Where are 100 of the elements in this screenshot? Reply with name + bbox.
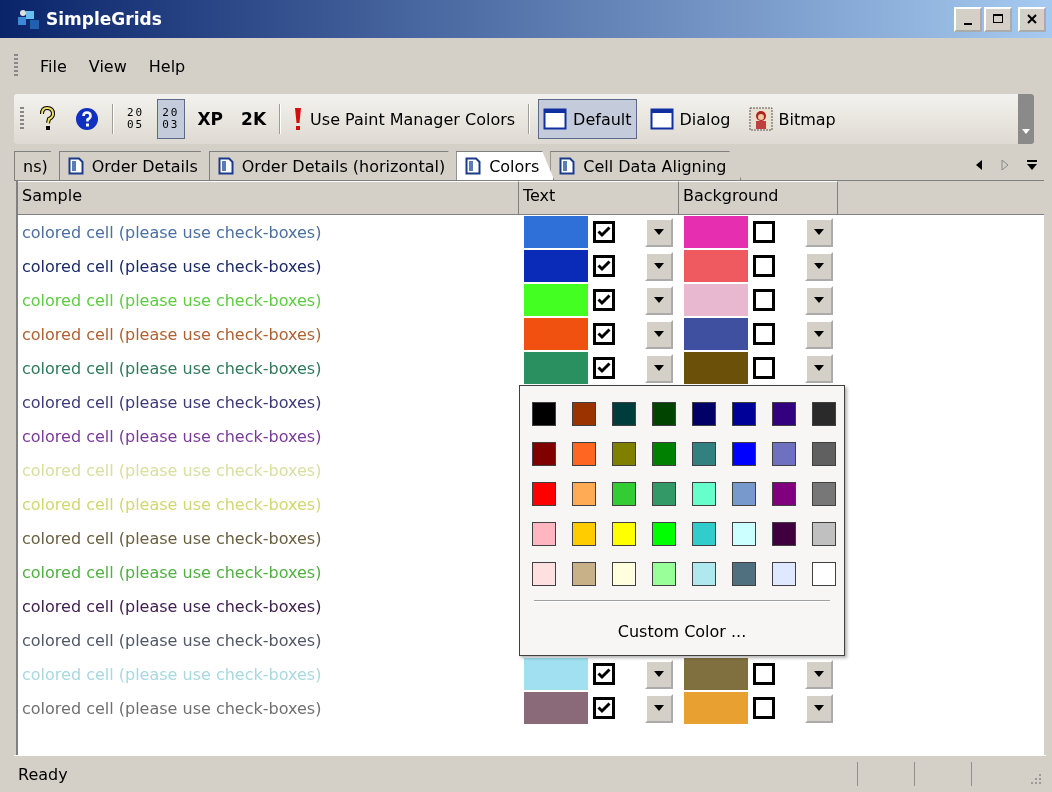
sample-text: colored cell (please use check-boxes) [21, 256, 322, 276]
dropdown-button[interactable] [645, 251, 673, 281]
palette-swatch[interactable] [612, 442, 636, 466]
palette-swatch[interactable] [532, 562, 556, 586]
dropdown-button[interactable] [805, 251, 833, 281]
palette-swatch[interactable] [772, 402, 796, 426]
dropdown-button[interactable] [805, 217, 833, 247]
checkbox[interactable] [593, 255, 615, 277]
menu-item[interactable]: View [88, 56, 127, 76]
palette-swatch[interactable] [572, 522, 596, 546]
tab[interactable]: Cell Data Aligning [550, 151, 742, 180]
palette-swatch[interactable] [732, 442, 756, 466]
dialog-style-button[interactable]: Default [538, 99, 637, 139]
dropdown-button[interactable] [805, 319, 833, 349]
sample-text: colored cell (please use check-boxes) [21, 562, 322, 582]
palette-swatch[interactable] [532, 522, 556, 546]
palette-swatch[interactable] [572, 402, 596, 426]
palette-swatch[interactable] [812, 522, 836, 546]
palette-swatch[interactable] [692, 522, 716, 546]
dropdown-button[interactable] [805, 285, 833, 315]
dialog-style-button[interactable]: Dialog [644, 99, 736, 139]
bitmap-style-button[interactable]: Bitmap [743, 99, 841, 139]
style-button[interactable]: XP [192, 99, 229, 139]
palette-swatch[interactable] [652, 402, 676, 426]
checkbox[interactable] [593, 323, 615, 345]
palette-swatch[interactable] [692, 482, 716, 506]
palette-swatch[interactable] [812, 442, 836, 466]
checkbox[interactable] [593, 697, 615, 719]
gripper-icon[interactable] [14, 54, 18, 78]
palette-swatch[interactable] [692, 562, 716, 586]
gripper-icon[interactable] [20, 107, 24, 131]
palette-swatch[interactable] [692, 442, 716, 466]
tab-menu-icon[interactable] [1026, 158, 1038, 172]
palette-swatch[interactable] [732, 562, 756, 586]
palette-swatch[interactable] [652, 522, 676, 546]
palette-swatch[interactable] [612, 522, 636, 546]
checkbox[interactable] [753, 323, 775, 345]
palette-swatch[interactable] [772, 562, 796, 586]
checkbox[interactable] [753, 221, 775, 243]
caret-icon [654, 331, 664, 337]
palette-swatch[interactable] [612, 562, 636, 586]
palette-swatch[interactable] [532, 442, 556, 466]
palette-swatch[interactable] [572, 562, 596, 586]
column-header[interactable]: Background [679, 181, 838, 215]
dropdown-button[interactable] [645, 217, 673, 247]
dropdown-button[interactable] [645, 319, 673, 349]
palette-swatch[interactable] [532, 482, 556, 506]
column-header[interactable]: Text [519, 181, 679, 215]
checkbox[interactable] [753, 663, 775, 685]
sample-text: colored cell (please use check-boxes) [21, 528, 322, 548]
palette-swatch[interactable] [812, 562, 836, 586]
window-icon [649, 108, 674, 130]
style-button[interactable]: 2K [236, 99, 272, 139]
palette-swatch[interactable] [732, 482, 756, 506]
palette-swatch[interactable] [652, 442, 676, 466]
palette-swatch[interactable] [612, 482, 636, 506]
checkbox[interactable] [753, 357, 775, 379]
checkbox[interactable] [753, 697, 775, 719]
palette-swatch[interactable] [812, 402, 836, 426]
maximize-button[interactable] [984, 6, 1012, 32]
minimize-button[interactable] [954, 6, 982, 32]
checkbox[interactable] [753, 289, 775, 311]
dropdown-button[interactable] [645, 285, 673, 315]
column-header[interactable]: Sample [18, 181, 519, 215]
checkbox[interactable] [593, 289, 615, 311]
scroll-left-icon[interactable] [974, 158, 984, 172]
dropdown-button[interactable] [645, 693, 673, 723]
palette-swatch[interactable] [772, 522, 796, 546]
palette-swatch[interactable] [652, 562, 676, 586]
palette-swatch[interactable] [772, 442, 796, 466]
palette-swatch[interactable] [532, 402, 556, 426]
palette-swatch[interactable] [692, 402, 716, 426]
dropdown-button[interactable] [645, 659, 673, 689]
style-button[interactable]: 20 03 [157, 99, 185, 139]
tab[interactable]: Colors [456, 151, 555, 180]
checkbox[interactable] [593, 663, 615, 685]
dropdown-button[interactable] [805, 353, 833, 383]
palette-swatch[interactable] [572, 482, 596, 506]
palette-swatch[interactable] [772, 482, 796, 506]
dropdown-button[interactable] [645, 353, 673, 383]
checkbox[interactable] [593, 221, 615, 243]
custom-color-button[interactable]: Custom Color ... [609, 618, 755, 645]
palette-swatch[interactable] [732, 522, 756, 546]
toolbar-overflow-button[interactable] [1018, 94, 1034, 144]
resize-grip-icon[interactable] [1028, 772, 1042, 786]
paint-manager-button[interactable]: Use Paint Manager Colors [305, 99, 521, 139]
palette-swatch[interactable] [732, 402, 756, 426]
style-button[interactable]: 20 05 [122, 99, 150, 139]
menu-item[interactable]: Help [148, 56, 186, 76]
dropdown-button[interactable] [805, 693, 833, 723]
checkbox[interactable] [593, 357, 615, 379]
palette-swatch[interactable] [812, 482, 836, 506]
dropdown-button[interactable] [805, 659, 833, 689]
checkbox[interactable] [753, 255, 775, 277]
caret-icon [654, 365, 664, 371]
close-button[interactable] [1018, 6, 1046, 32]
palette-swatch[interactable] [572, 442, 596, 466]
menu-item[interactable]: File [40, 56, 67, 76]
palette-swatch[interactable] [612, 402, 636, 426]
palette-swatch[interactable] [652, 482, 676, 506]
